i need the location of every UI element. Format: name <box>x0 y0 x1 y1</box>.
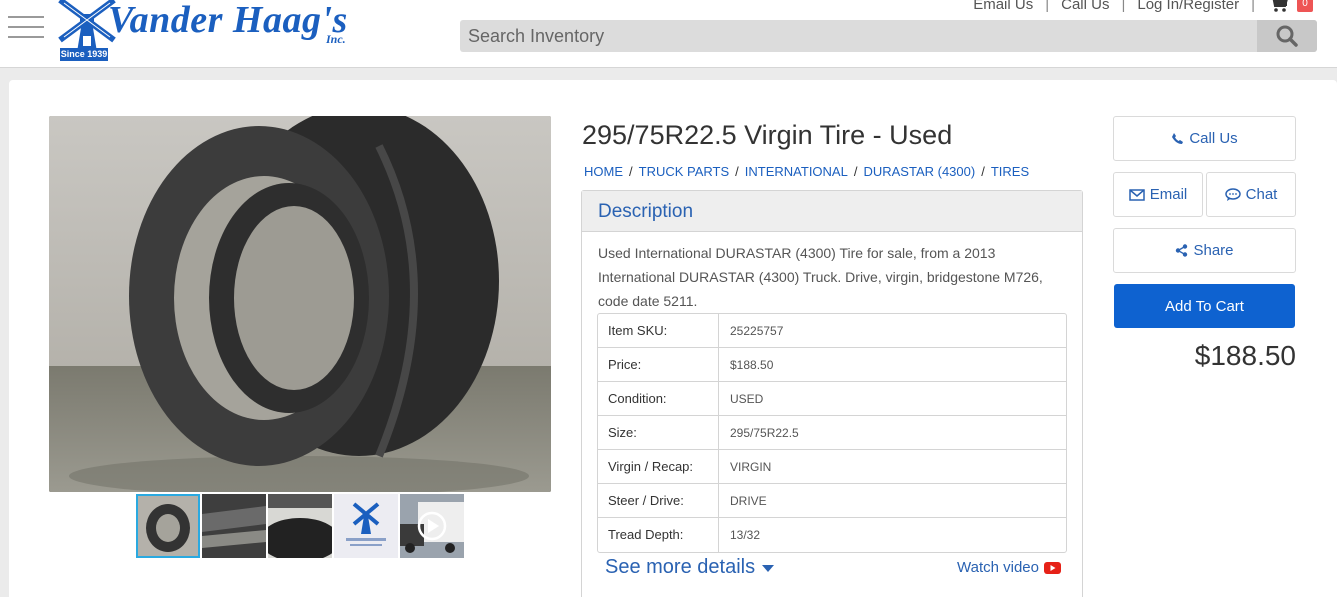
share-icon <box>1176 244 1188 257</box>
product-price: $188.50 <box>1194 340 1296 371</box>
site-header: Since 1939 Vander Haag's Inc. Email Us |… <box>0 0 1337 68</box>
spec-label: Size: <box>598 416 719 449</box>
search-input[interactable] <box>460 20 1257 52</box>
chat-button[interactable]: Chat <box>1206 172 1296 217</box>
thumbnail-strip <box>136 494 464 558</box>
spec-value: $188.50 <box>730 358 774 372</box>
breadcrumb-home[interactable]: HOME <box>584 164 623 179</box>
cart-count-badge: 0 <box>1297 0 1313 12</box>
spec-value: VIRGIN <box>730 460 772 474</box>
spec-row-condition: Condition: USED <box>598 382 1066 416</box>
spec-row-sku: Item SKU: 25225757 <box>598 314 1066 348</box>
site-logo[interactable]: Since 1939 Vander Haag's Inc. <box>56 0 356 64</box>
spec-label: Item SKU: <box>598 314 719 347</box>
chat-label: Chat <box>1245 186 1278 203</box>
spec-value: 25225757 <box>730 324 784 338</box>
breadcrumb-durastar[interactable]: DURASTAR (4300) <box>863 164 975 179</box>
see-more-label: See more details <box>605 556 756 578</box>
thumbnail-4[interactable] <box>334 494 398 558</box>
spec-label: Condition: <box>598 382 719 415</box>
envelope-icon <box>1128 188 1145 201</box>
logo-inc: Inc. <box>326 32 346 46</box>
spec-value: DRIVE <box>730 494 767 508</box>
thumbnail-1[interactable] <box>136 494 200 558</box>
share-label: Share <box>1193 242 1234 259</box>
caret-down-icon <box>762 564 775 572</box>
email-us-link[interactable]: Email Us <box>973 0 1033 13</box>
spec-row-size: Size: 295/75R22.5 <box>598 416 1066 450</box>
breadcrumb-truck-parts[interactable]: TRUCK PARTS <box>639 164 730 179</box>
spec-row-tread-depth: Tread Depth: 13/32 <box>598 518 1066 552</box>
logo-since: Since 1939 <box>60 48 108 61</box>
separator: | <box>1121 0 1126 13</box>
phone-icon <box>1172 133 1184 144</box>
spec-table: Item SKU: 25225757 Price: $188.50 Condit… <box>597 313 1067 553</box>
call-us-label: Call Us <box>1189 130 1238 147</box>
menu-icon[interactable] <box>8 14 44 40</box>
page-title: 295/75R22.5 Virgin Tire - Used <box>582 120 953 150</box>
separator: | <box>1045 0 1050 13</box>
spec-label: Virgin / Recap: <box>598 450 719 483</box>
thumbnail-3[interactable] <box>268 494 332 558</box>
tire-photo <box>49 116 551 492</box>
search-bar <box>460 20 1317 52</box>
search-button[interactable] <box>1257 20 1317 52</box>
add-to-cart-button[interactable]: Add To Cart <box>1114 284 1295 328</box>
breadcrumb-tires[interactable]: TIRES <box>991 164 1029 179</box>
spec-label: Tread Depth: <box>598 518 719 552</box>
spec-label: Steer / Drive: <box>598 484 719 517</box>
spec-row-virgin-recap: Virgin / Recap: VIRGIN <box>598 450 1066 484</box>
watch-video-link[interactable]: Watch video <box>957 559 1061 576</box>
cart-icon <box>1272 0 1288 12</box>
spec-value: 13/32 <box>730 528 761 542</box>
email-label: Email <box>1149 186 1188 203</box>
search-icon <box>1276 25 1298 47</box>
separator: | <box>1251 0 1255 13</box>
spec-row-price: Price: $188.50 <box>598 348 1066 382</box>
youtube-icon <box>1043 561 1061 574</box>
breadcrumb: HOME / TRUCK PARTS / INTERNATIONAL / DURAST… <box>584 164 1030 179</box>
login-register-link[interactable]: Log In/Register <box>1137 0 1239 13</box>
top-links: Email Us | Call Us | Log In/Register | 0 <box>973 0 1313 13</box>
call-us-button[interactable]: Call Us <box>1113 116 1296 161</box>
email-button[interactable]: Email <box>1113 172 1203 217</box>
description-heading: Description <box>582 191 1082 232</box>
thumbnail-video[interactable] <box>400 494 464 558</box>
logo-wordmark: Vander Haag's <box>108 0 348 41</box>
see-more-details-link[interactable]: See more details <box>605 556 776 579</box>
share-button[interactable]: Share <box>1113 228 1296 273</box>
breadcrumb-international[interactable]: INTERNATIONAL <box>745 164 848 179</box>
chat-icon <box>1224 187 1241 201</box>
main-product-image[interactable] <box>49 116 551 492</box>
spec-label: Price: <box>598 348 719 381</box>
spec-value: USED <box>730 392 764 406</box>
cart-link[interactable]: 0 <box>1269 0 1313 13</box>
watch-video-label: Watch video <box>957 559 1039 576</box>
description-text: Used International DURASTAR (4300) Tire … <box>598 245 1043 309</box>
spec-value: 295/75R22.5 <box>730 426 799 440</box>
spec-row-steer-drive: Steer / Drive: DRIVE <box>598 484 1066 518</box>
call-us-link[interactable]: Call Us <box>1061 0 1109 13</box>
thumbnail-2[interactable] <box>202 494 266 558</box>
